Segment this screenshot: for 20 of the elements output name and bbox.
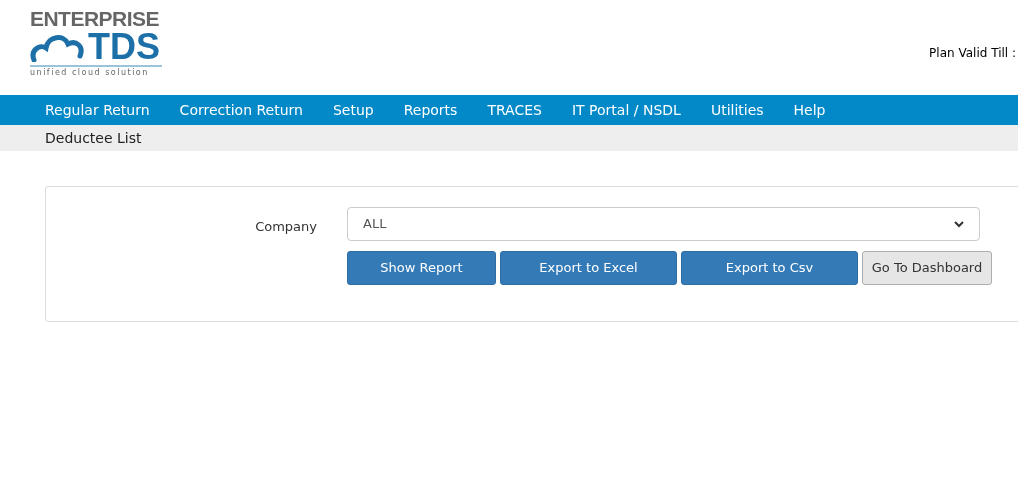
company-select[interactable]: ALL <box>347 207 980 241</box>
logo-tagline: unified cloud solution <box>30 67 150 78</box>
nav-item[interactable]: Setup <box>332 99 374 121</box>
nav-item[interactable]: Regular Return <box>45 99 150 121</box>
chevron-down-icon <box>954 220 964 228</box>
nav-item[interactable]: TRACES <box>487 99 542 121</box>
logo-brand: ENTERPRISE <box>30 8 160 30</box>
action-button[interactable]: Show Report <box>347 251 496 285</box>
action-button[interactable]: Export to Excel <box>500 251 677 285</box>
nav-item[interactable]: IT Portal / NSDL <box>571 99 681 121</box>
action-button[interactable]: Go To Dashboard <box>862 251 992 285</box>
nav-item[interactable]: Correction Return <box>179 99 303 121</box>
action-button[interactable]: Export to Csv <box>681 251 858 285</box>
logo-product: TDS <box>88 30 160 64</box>
nav-item[interactable]: Help <box>793 99 826 121</box>
plan-valid-label: Plan Valid Till : <box>929 45 1016 62</box>
nav-item[interactable]: Reports <box>403 99 458 121</box>
page-title: Deductee List <box>45 128 142 148</box>
nav-item[interactable]: Utilities <box>710 99 764 121</box>
company-label: Company <box>254 218 317 236</box>
